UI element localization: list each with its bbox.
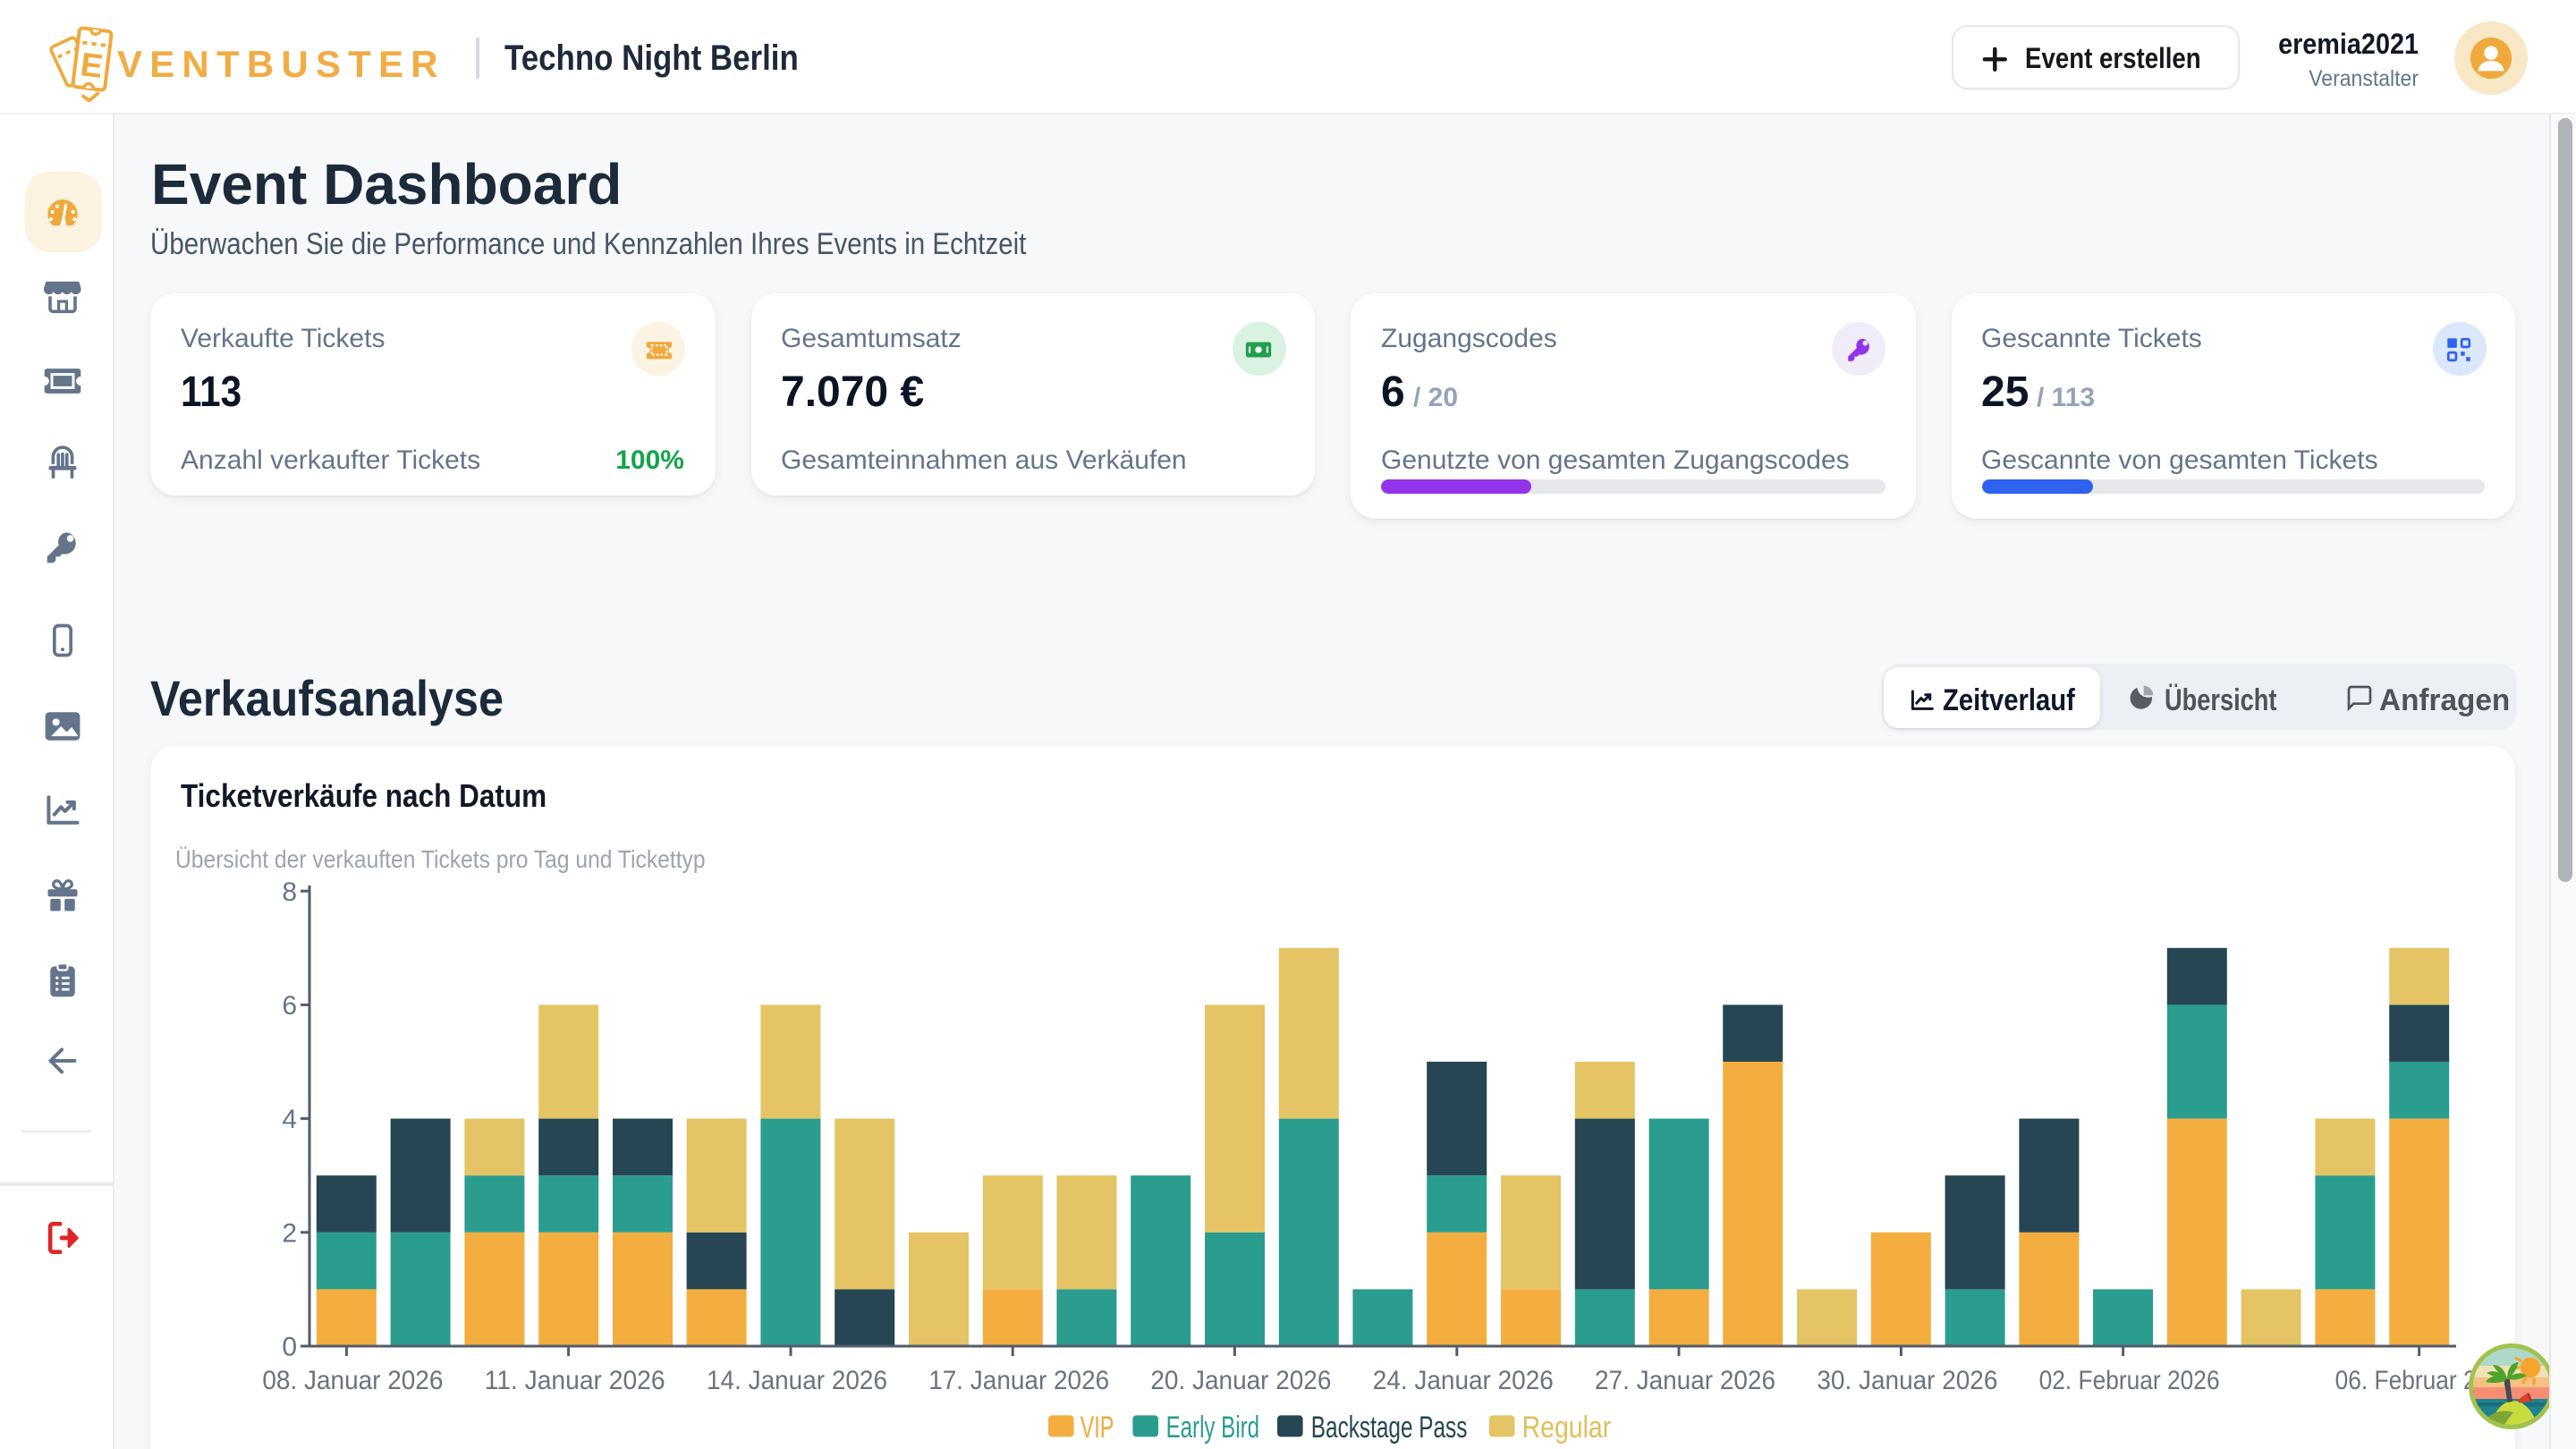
svg-text:20. Januar 2026: 20. Januar 2026 — [1150, 1366, 1331, 1395]
svg-text:VIP: VIP — [1080, 1411, 1114, 1445]
svg-text:27. Januar 2026: 27. Januar 2026 — [1595, 1366, 1775, 1395]
svg-text:E: E — [79, 46, 106, 85]
svg-text:08. Januar 2026: 08. Januar 2026 — [262, 1366, 443, 1395]
svg-text:Early Bird: Early Bird — [1166, 1411, 1259, 1445]
svg-text:02. Februar 2026: 02. Februar 2026 — [2039, 1366, 2220, 1395]
svg-text:24. Januar 2026: 24. Januar 2026 — [1373, 1366, 1554, 1395]
svg-text:2: 2 — [282, 1218, 297, 1248]
svg-text:Regular: Regular — [1522, 1411, 1612, 1445]
svg-text:4: 4 — [282, 1105, 297, 1134]
svg-text:Backstage Pass: Backstage Pass — [1311, 1411, 1468, 1445]
svg-text:17. Januar 2026: 17. Januar 2026 — [928, 1366, 1109, 1395]
svg-text:6: 6 — [282, 991, 297, 1021]
svg-text:30. Januar 2026: 30. Januar 2026 — [1817, 1366, 1997, 1395]
svg-text:0: 0 — [282, 1333, 297, 1362]
svg-text:8: 8 — [282, 877, 297, 907]
svg-text:11. Januar 2026: 11. Januar 2026 — [485, 1366, 665, 1395]
svg-text:14. Januar 2026: 14. Januar 2026 — [707, 1366, 887, 1395]
